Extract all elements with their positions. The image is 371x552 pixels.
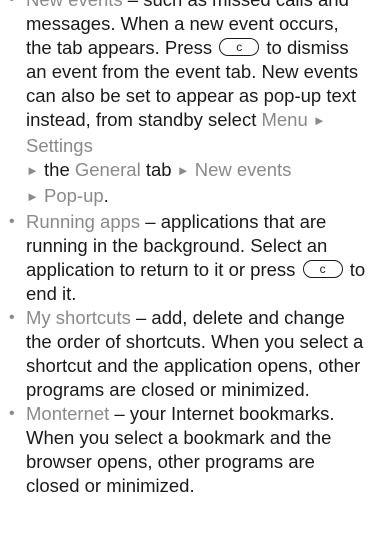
arrow-right-icon: ► (176, 163, 190, 178)
item-text: tab (145, 159, 172, 180)
item-text: the (44, 159, 70, 180)
menu-path-menu: Menu (261, 109, 308, 130)
arrow-right-icon: ► (26, 163, 39, 178)
menu-path-new-events: New events (194, 159, 292, 180)
c-key-icon: c (219, 38, 260, 57)
document-page: • New events – such as missed calls and … (0, 0, 371, 498)
list-item-my-shortcuts: • My shortcuts – add, delete and change … (0, 306, 371, 402)
list-item-monternet: • Monternet – your Internet bookmarks. W… (0, 402, 371, 498)
menu-path-popup: Pop-up (44, 185, 104, 206)
c-key-icon: c (302, 260, 343, 279)
menu-path-settings: Settings (26, 135, 93, 156)
term-running-apps: Running apps (26, 211, 141, 232)
term-new-events: New events (26, 0, 123, 10)
term-my-shortcuts: My shortcuts (26, 307, 131, 328)
bullet-icon: • (9, 0, 15, 12)
list-item-running-apps: • Running apps – applications that are r… (0, 210, 371, 306)
bullet-icon: • (9, 213, 15, 230)
arrow-right-icon: ► (312, 113, 326, 128)
bullet-icon: • (9, 405, 15, 422)
list-item-new-events: • New events – such as missed calls and … (0, 0, 371, 210)
arrow-right-icon: ► (26, 189, 39, 204)
menu-path-general: General (74, 159, 141, 180)
term-monternet: Monternet (26, 403, 110, 424)
item-text: . (103, 185, 109, 206)
bullet-icon: • (9, 309, 15, 326)
